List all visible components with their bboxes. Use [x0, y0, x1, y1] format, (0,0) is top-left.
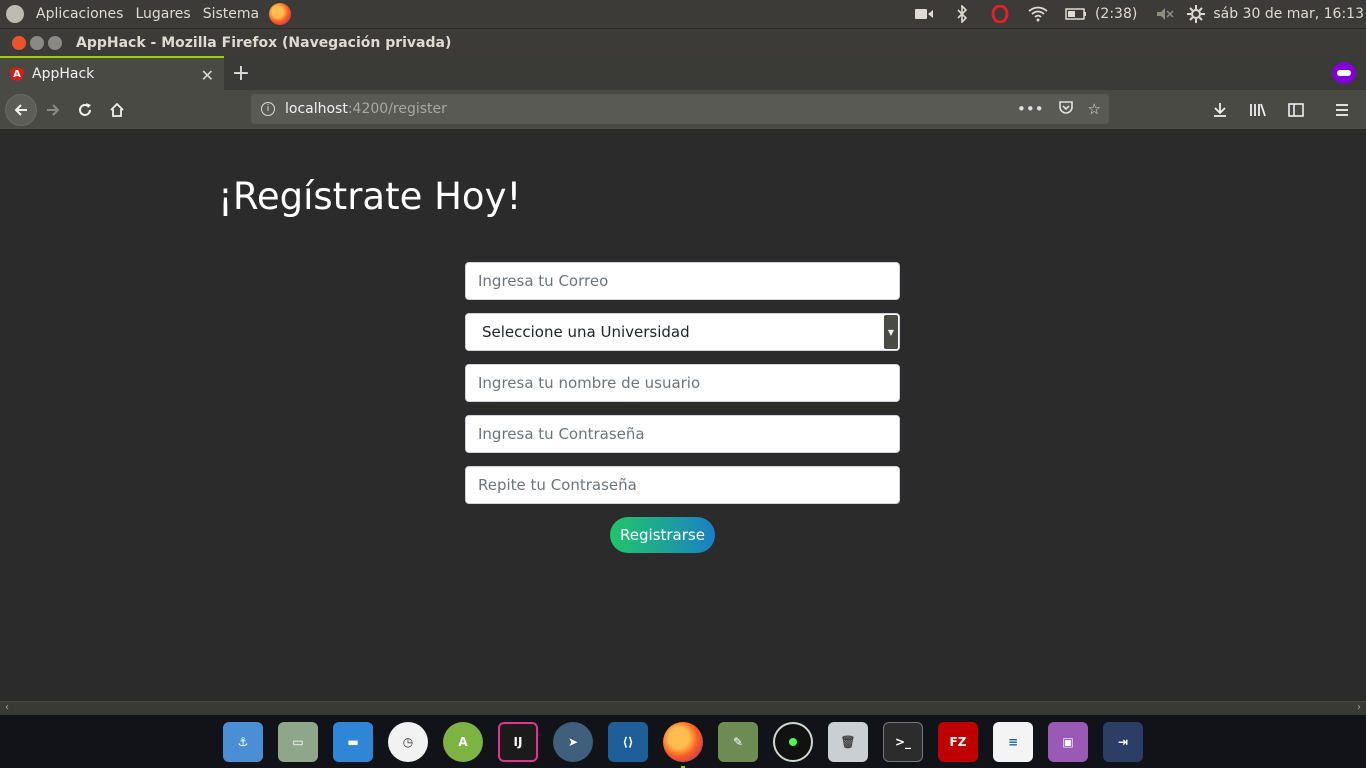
battery-icon[interactable] [1057, 0, 1095, 28]
url-host: localhost [285, 101, 348, 117]
video-icon[interactable]: ▣ [1048, 721, 1088, 762]
forward-button[interactable] [37, 94, 69, 126]
private-browsing-icon [1332, 62, 1356, 84]
page-title: ¡Regístrate Hoy! [218, 175, 522, 218]
top-panel: Aplicaciones Lugares Sistema (2:38) sáb … [0, 0, 1366, 28]
filezilla-icon[interactable]: FZ [938, 721, 978, 762]
ubuntu-logo-icon[interactable] [6, 5, 24, 23]
window-close-button[interactable] [12, 35, 26, 50]
downloads-icon[interactable] [1204, 94, 1236, 126]
clock-icon[interactable]: ◷ [388, 721, 428, 762]
university-select-value: Seleccione una Universidad [482, 323, 690, 341]
window-minimize-button[interactable] [30, 35, 44, 50]
reload-button[interactable] [69, 94, 101, 126]
pocket-icon[interactable] [1058, 99, 1074, 119]
trash-icon[interactable]: 🗑 [828, 721, 868, 762]
window-title: AppHack - Mozilla Firefox (Navegación pr… [76, 34, 452, 51]
menu-lugares[interactable]: Lugares [129, 6, 196, 22]
firefox-icon[interactable] [663, 721, 703, 768]
opera-icon[interactable] [981, 0, 1019, 28]
tools-icon[interactable]: ✎ [718, 721, 758, 762]
tab-strip: A AppHack ✕ + [0, 56, 1366, 90]
anchor-icon[interactable]: ⚓ [223, 721, 263, 762]
tab-close-icon[interactable]: ✕ [201, 66, 214, 85]
username-input[interactable] [465, 364, 900, 402]
scroll-right-icon[interactable]: › [1357, 702, 1361, 713]
telegram-icon[interactable]: ➤ [553, 721, 593, 762]
dock: ⚓ ▭ ▬ ◷ A IJ ➤ ⟨⟩ ✎ 🗑 >_ FZ ≡ ▣ ⇥ [0, 715, 1366, 768]
terminal-icon[interactable]: >_ [883, 721, 923, 762]
tab-apphack[interactable]: A AppHack ✕ [0, 56, 224, 90]
camera-icon[interactable] [905, 0, 943, 28]
chevron-down-icon: ▼ [884, 315, 898, 349]
bluetooth-icon[interactable] [943, 0, 981, 28]
email-input[interactable] [465, 262, 900, 300]
radar-icon[interactable] [773, 721, 813, 762]
angular-icon: A [10, 67, 24, 81]
battery-time: (2:38) [1094, 6, 1138, 22]
tab-label: AppHack [32, 66, 95, 82]
navigation-toolbar: i localhost:4200/register ••• ☆ [0, 90, 1366, 130]
home-button[interactable] [101, 94, 133, 126]
library-icon[interactable] [1242, 94, 1274, 126]
menu-sistema[interactable]: Sistema [197, 6, 265, 22]
password-input[interactable] [465, 415, 900, 453]
settings-gear-icon[interactable] [1179, 0, 1213, 28]
site-info-icon[interactable]: i [261, 102, 275, 116]
vscode-icon[interactable]: ⟨⟩ [608, 721, 648, 762]
new-tab-button[interactable]: + [224, 56, 258, 90]
scroll-left-icon[interactable]: ‹ [5, 702, 9, 713]
university-select[interactable]: Seleccione una Universidad ▼ [465, 313, 900, 351]
firefox-launcher-icon[interactable] [269, 3, 292, 25]
url-path: :4200/register [347, 101, 447, 117]
android-studio-icon[interactable]: A [443, 721, 483, 762]
register-button[interactable]: Registrarse [610, 517, 715, 553]
window-titlebar: AppHack - Mozilla Firefox (Navegación pr… [0, 28, 1366, 56]
back-button[interactable] [5, 93, 37, 126]
intellij-icon[interactable]: IJ [498, 721, 538, 762]
sidebar-toggle-icon[interactable] [1280, 94, 1312, 126]
horizontal-scrollbar[interactable]: ‹ › [0, 701, 1366, 715]
bookmark-star-icon[interactable]: ☆ [1088, 100, 1101, 118]
menu-aplicaciones[interactable]: Aplicaciones [30, 6, 129, 22]
files-icon[interactable]: ▬ [333, 721, 373, 762]
code-tool-icon[interactable]: ⇥ [1103, 721, 1143, 762]
password-repeat-input[interactable] [465, 466, 900, 504]
volume-muted-icon[interactable] [1151, 0, 1179, 28]
hamburger-menu-icon[interactable] [1326, 94, 1358, 126]
page-content: ¡Regístrate Hoy! Seleccione una Universi… [0, 131, 1366, 701]
window-maximize-button[interactable] [48, 35, 62, 50]
archive-manager-icon[interactable]: ▭ [278, 721, 318, 762]
page-actions-icon[interactable]: ••• [1017, 100, 1044, 118]
clock-datetime[interactable]: sáb 30 de mar, 16:13 [1213, 6, 1364, 22]
wifi-icon[interactable] [1019, 0, 1057, 28]
writer-icon[interactable]: ≡ [993, 721, 1033, 762]
url-bar[interactable]: i localhost:4200/register ••• ☆ [251, 94, 1109, 124]
